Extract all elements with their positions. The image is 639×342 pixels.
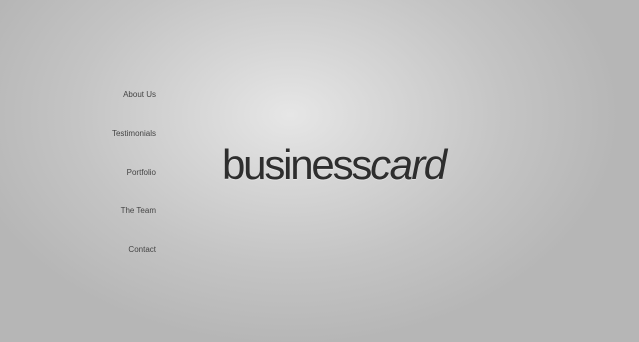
nav-link-portfolio[interactable]: Portfolio	[127, 168, 156, 178]
nav-link-about-us[interactable]: About Us	[123, 90, 156, 100]
nav-link-the-team[interactable]: The Team	[121, 206, 156, 216]
nav-link-contact[interactable]: Contact	[128, 245, 156, 255]
logo-text-card: card	[370, 141, 447, 188]
page-background: About Us Testimonials Portfolio The Team…	[0, 0, 639, 342]
logo-text-business: business	[222, 141, 372, 188]
nav-link-testimonials[interactable]: Testimonials	[112, 129, 156, 139]
site-logo: businesscard	[222, 140, 447, 190]
